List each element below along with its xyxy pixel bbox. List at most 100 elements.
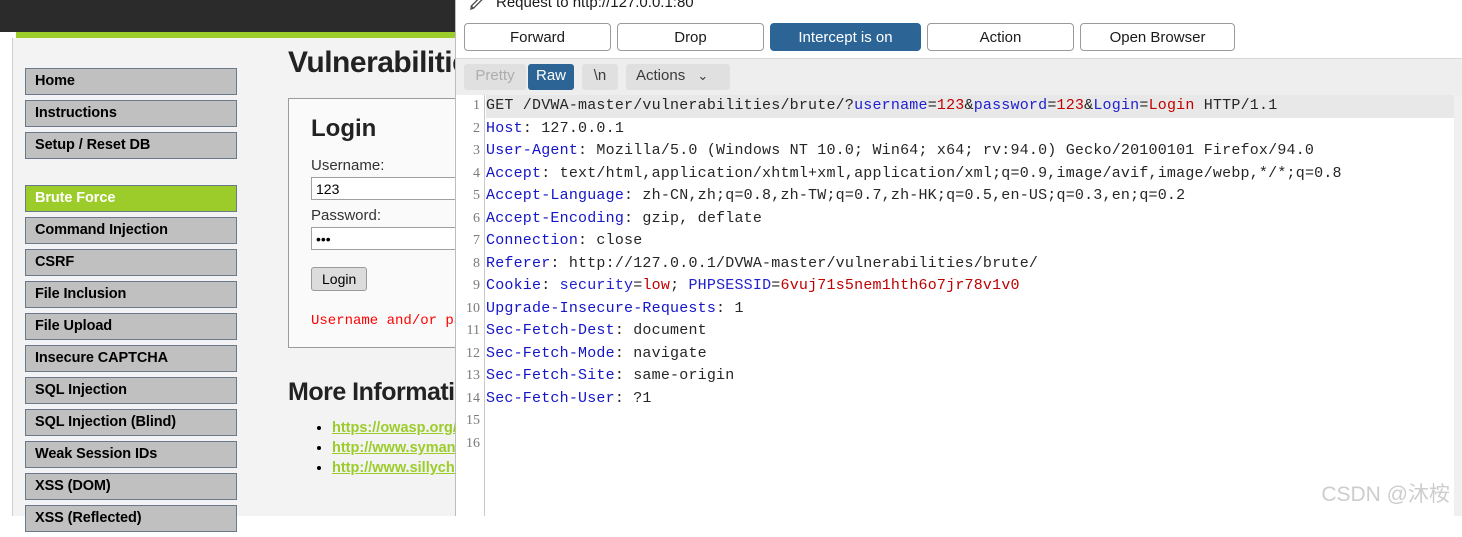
sidebar-item-xss-reflected[interactable]: XSS (Reflected) [25, 505, 237, 532]
pencil-icon [468, 0, 490, 12]
line-number-gutter: 1 2 3 4 5 6 7 8 9 10 11 12 13 14 15 16 [456, 95, 485, 516]
line-number: 6 [473, 210, 480, 226]
open-browser-button[interactable]: Open Browser [1080, 23, 1235, 51]
sidebar-item-csrf[interactable]: CSRF [25, 249, 237, 276]
request-token: security [559, 277, 634, 294]
request-line: Accept: text/html,application/xhtml+xml,… [486, 163, 1462, 186]
request-line [486, 433, 1462, 456]
request-token: 6vuj71s5nem1hth6o7jr78v1v0 [780, 277, 1020, 294]
dvwa-left-edge [0, 38, 13, 516]
request-token: : text/html,application/xhtml+xml,applic… [541, 164, 1342, 182]
line-number: 4 [473, 165, 480, 181]
login-submit-button[interactable]: Login [311, 267, 368, 291]
sidebar-item-setup-reset-db[interactable]: Setup / Reset DB [25, 132, 237, 159]
line-number: 2 [473, 120, 480, 136]
line-number: 8 [473, 255, 480, 271]
line-number: 12 [466, 345, 480, 361]
line-number: 1 [473, 98, 480, 113]
request-token: 123 [1056, 97, 1085, 114]
sidebar-item-command-injection[interactable]: Command Injection [25, 217, 237, 244]
line-number: 3 [473, 143, 480, 158]
request-token: Host [486, 119, 523, 137]
sidebar-item-weak-session-ids[interactable]: Weak Session IDs [25, 441, 237, 468]
tab-newline[interactable]: \n [582, 64, 618, 90]
request-line: Sec-Fetch-User: ?1 [486, 388, 1462, 411]
request-token: 123 [936, 97, 965, 114]
request-token: PHPSESSID [688, 277, 772, 294]
sidebar-item-xss-dom[interactable]: XSS (DOM) [25, 473, 237, 500]
request-line: Accept-Language: zh-CN,zh;q=0.8,zh-TW;q=… [486, 185, 1462, 208]
chevron-down-icon: ⌄ [697, 68, 709, 83]
request-token: = [1139, 97, 1149, 114]
line-number: 9 [473, 278, 480, 293]
request-token: : document [614, 322, 707, 339]
sidebar-item-sql-injection-blind[interactable]: SQL Injection (Blind) [25, 409, 237, 436]
sidebar-item-instructions[interactable]: Instructions [25, 100, 237, 127]
sidebar-item-file-upload[interactable]: File Upload [25, 313, 237, 340]
request-token: Connection [486, 232, 579, 249]
request-line: Accept-Encoding: gzip, deflate [486, 208, 1462, 231]
sidebar-item-brute-force[interactable]: Brute Force [25, 185, 237, 212]
request-token: Sec-Fetch-Site [486, 367, 615, 384]
drop-button[interactable]: Drop [617, 23, 764, 51]
intercept-toggle-button[interactable]: Intercept is on [770, 23, 921, 51]
dvwa-sidebar: Home Instructions Setup / Reset DB Brute… [25, 68, 237, 537]
editor-vertical-scrollbar[interactable] [1454, 95, 1462, 516]
request-token: Upgrade-Insecure-Requests [486, 299, 717, 317]
request-token: ; [670, 277, 689, 294]
burp-title-bar: Request to http://127.0.0.1:80 [456, 0, 1462, 14]
request-token: & [964, 97, 974, 114]
request-token: GET /DVWA-master/vulnerabilities/brute/? [486, 97, 855, 114]
request-line: Referer: http://127.0.0.1/DVWA-master/vu… [486, 253, 1462, 276]
csdn-watermark: CSDN @沐桉 [1321, 483, 1450, 506]
request-token: Sec-Fetch-User [486, 389, 615, 407]
request-token: : navigate [614, 344, 707, 362]
request-token: : zh-CN,zh;q=0.8,zh-TW;q=0.7,zh-HK;q=0.5… [624, 187, 1186, 204]
request-token: password [973, 97, 1048, 114]
actions-dropdown-label: Actions [636, 67, 686, 84]
request-token: : ?1 [614, 389, 652, 407]
request-token: = [927, 97, 937, 114]
line-number: 15 [466, 413, 480, 428]
request-token: & [1084, 97, 1094, 114]
request-token: = [771, 277, 781, 294]
request-token: Accept-Encoding [486, 209, 625, 227]
burp-view-tab-bar: Pretty Raw \n Actions ⌄ [456, 59, 1462, 96]
request-token: Login [1093, 97, 1140, 114]
request-token: : 1 [716, 299, 744, 317]
request-token: Accept-Language [486, 187, 625, 204]
tab-raw[interactable]: Raw [528, 64, 574, 90]
request-token: : Mozilla/5.0 (Windows NT 10.0; Win64; x… [578, 142, 1315, 159]
request-line: Cookie: security=low; PHPSESSID=6vuj71s5… [486, 275, 1462, 298]
sidebar-item-sql-injection[interactable]: SQL Injection [25, 377, 237, 404]
request-line: Host: 127.0.0.1 [486, 118, 1462, 141]
request-line: Sec-Fetch-Site: same-origin [486, 365, 1462, 388]
line-number: 10 [466, 300, 480, 316]
request-token: User-Agent [486, 142, 579, 159]
burp-request-editor[interactable]: 1 2 3 4 5 6 7 8 9 10 11 12 13 14 15 16 GET /DVWA-master… [456, 95, 1462, 516]
request-code[interactable]: GET /DVWA-master/vulnerabilities/brute/?… [486, 95, 1462, 455]
request-line: Sec-Fetch-Mode: navigate [486, 343, 1462, 366]
line-number: 13 [466, 368, 480, 383]
sidebar-item-file-inclusion[interactable]: File Inclusion [25, 281, 237, 308]
line-number: 14 [466, 390, 480, 406]
request-token: : http://127.0.0.1/DVWA-master/vulnerabi… [550, 254, 1039, 272]
sidebar-item-home[interactable]: Home [25, 68, 237, 95]
request-token: : same-origin [614, 367, 735, 384]
actions-dropdown[interactable]: Actions ⌄ [626, 64, 730, 90]
sidebar-item-insecure-captcha[interactable]: Insecure CAPTCHA [25, 345, 237, 372]
request-token: : close [578, 232, 643, 249]
line-number: 7 [473, 233, 480, 248]
tab-pretty[interactable]: Pretty [464, 64, 526, 90]
request-line: Sec-Fetch-Dest: document [486, 320, 1462, 343]
line-number: 11 [466, 323, 480, 338]
request-line: Upgrade-Insecure-Requests: 1 [486, 298, 1462, 321]
line-number: 5 [473, 188, 480, 203]
request-token: Sec-Fetch-Dest [486, 322, 615, 339]
request-token: Referer [486, 254, 551, 272]
forward-button[interactable]: Forward [464, 23, 611, 51]
action-button[interactable]: Action [927, 23, 1074, 51]
request-token: username [854, 97, 928, 114]
request-line: GET /DVWA-master/vulnerabilities/brute/?… [486, 95, 1462, 118]
